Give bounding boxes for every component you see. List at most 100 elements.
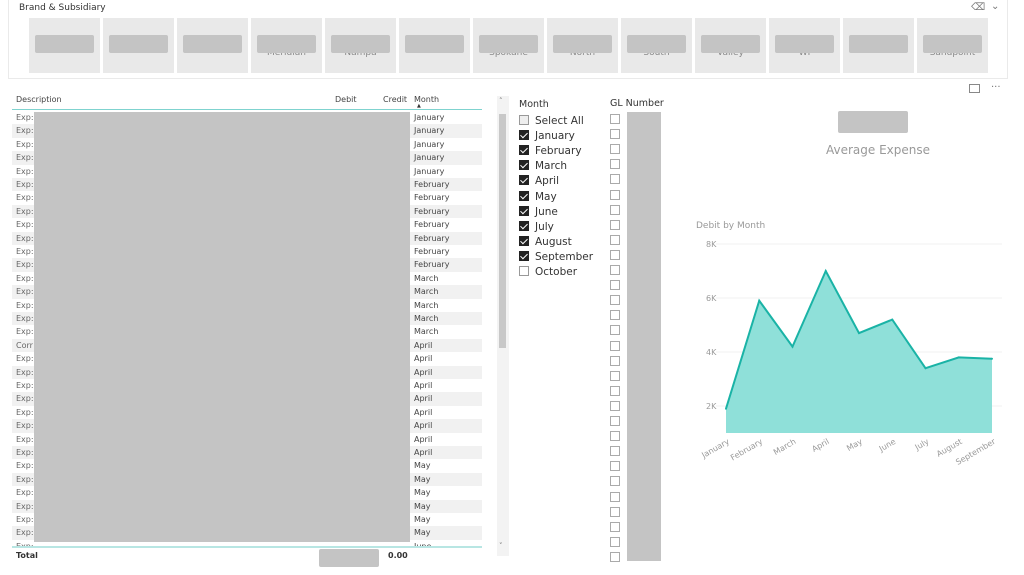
scroll-down-icon[interactable]: ˅ (499, 542, 503, 550)
gl-checkbox[interactable] (610, 280, 620, 291)
month-option[interactable]: April (519, 175, 559, 187)
slicer-tile[interactable]: Valley (695, 18, 766, 73)
month-option-label: January (535, 130, 575, 143)
y-tick-label: 6K (706, 294, 717, 303)
row-month: May (414, 461, 431, 471)
checkbox-icon[interactable] (519, 235, 529, 246)
gl-checkbox[interactable] (610, 506, 620, 517)
redacted-label (701, 35, 760, 53)
slicer-tile[interactable]: South (621, 18, 692, 73)
month-option-label: Select All (535, 115, 584, 127)
month-slicer-title: Month (519, 99, 549, 110)
gl-checkbox[interactable] (610, 189, 620, 200)
month-option[interactable]: September (519, 250, 593, 263)
row-month: January (414, 139, 445, 149)
row-month: March (414, 287, 439, 297)
month-option[interactable]: February (519, 145, 582, 157)
gl-checkbox[interactable] (610, 370, 620, 381)
chevron-down-icon[interactable]: ⌄ (991, 1, 999, 12)
row-description: Exp: (16, 354, 34, 364)
month-option[interactable]: October (519, 266, 577, 278)
gl-checkbox[interactable] (610, 355, 620, 366)
row-month: February (414, 233, 450, 243)
slicer-tile[interactable] (29, 18, 100, 73)
gl-checkbox[interactable] (610, 174, 620, 185)
gl-checkbox[interactable] (610, 476, 620, 487)
row-month: February (414, 180, 450, 189)
month-option[interactable]: May (519, 190, 557, 203)
slicer-tile[interactable] (103, 18, 174, 73)
row-description: Exp: (16, 260, 34, 270)
scroll-up-icon[interactable]: ˄ (499, 97, 503, 105)
month-option[interactable]: June (519, 205, 558, 218)
gl-checkbox[interactable] (610, 204, 620, 215)
gl-checkbox[interactable] (610, 400, 620, 411)
checkbox-icon[interactable] (519, 160, 529, 171)
row-month: May (414, 515, 431, 524)
x-tick-label: April (810, 437, 830, 454)
slicer-tile[interactable]: Meridian (251, 18, 322, 73)
slicer-tile[interactable]: Sandpoint (917, 18, 988, 73)
row-month: May (414, 488, 431, 498)
gl-checkbox[interactable] (610, 265, 620, 275)
month-option[interactable]: Select All (519, 115, 584, 127)
checkbox-icon[interactable] (519, 250, 529, 261)
slicer-tile[interactable]: Spokane (473, 18, 544, 73)
month-option[interactable]: August (519, 235, 572, 248)
gl-checkbox[interactable] (610, 491, 620, 502)
gl-checkbox[interactable] (610, 219, 620, 230)
gl-checkbox[interactable] (610, 536, 620, 547)
checkbox-icon[interactable] (519, 115, 529, 125)
gl-checkbox[interactable] (610, 461, 620, 472)
row-description: Corr (16, 340, 33, 350)
col-credit[interactable]: Credit (383, 95, 407, 104)
slicer-tile[interactable]: North (547, 18, 618, 73)
gl-checkbox[interactable] (610, 340, 620, 351)
gl-checkbox[interactable] (610, 521, 620, 532)
gl-checkbox[interactable] (610, 310, 620, 321)
checkbox-icon[interactable] (519, 175, 529, 186)
gl-checkbox[interactable] (610, 159, 620, 170)
slicer-tile[interactable] (843, 18, 914, 73)
x-tick-label: June (877, 437, 898, 454)
gl-checkbox[interactable] (610, 551, 620, 562)
focus-mode-icon[interactable] (969, 84, 980, 93)
checkbox-icon[interactable] (519, 130, 529, 141)
gl-checkbox[interactable] (610, 325, 620, 336)
checkbox-icon[interactable] (519, 190, 529, 201)
row-description: Exp: (16, 488, 34, 498)
col-description[interactable]: Description (16, 95, 62, 104)
y-tick-label: 2K (706, 402, 717, 411)
slicer-tile[interactable]: WI (769, 18, 840, 73)
eraser-icon[interactable]: ⌫ (971, 2, 985, 13)
data-point (858, 332, 860, 335)
slicer-tile[interactable] (399, 18, 470, 73)
checkbox-icon[interactable] (519, 145, 529, 156)
gl-checkbox[interactable] (610, 129, 620, 140)
row-description: Exp: (16, 247, 34, 256)
gl-checkbox[interactable] (610, 416, 620, 426)
month-option[interactable]: January (519, 130, 575, 142)
y-tick-label: 8K (706, 240, 717, 249)
gl-checkbox[interactable] (610, 295, 620, 306)
month-option[interactable]: March (519, 160, 567, 172)
gl-checkbox[interactable] (610, 144, 620, 155)
month-option[interactable]: July (519, 220, 554, 233)
more-options-icon[interactable]: ··· (991, 82, 1001, 93)
slicer-tile[interactable]: Nampa (325, 18, 396, 73)
checkbox-icon[interactable] (519, 220, 529, 231)
col-debit[interactable]: Debit (335, 95, 357, 104)
row-month: April (414, 448, 433, 457)
gl-checkbox[interactable] (610, 114, 620, 124)
scrollbar-thumb[interactable] (499, 114, 506, 348)
gl-checkbox[interactable] (610, 234, 620, 245)
checkbox-icon[interactable] (519, 205, 529, 216)
slicer-tile[interactable] (177, 18, 248, 73)
gl-checkbox[interactable] (610, 446, 620, 457)
redacted-total (319, 549, 379, 567)
gl-checkbox[interactable] (610, 431, 620, 442)
checkbox-icon[interactable] (519, 266, 529, 276)
row-month: May (414, 474, 431, 484)
gl-checkbox[interactable] (610, 249, 620, 260)
gl-checkbox[interactable] (610, 385, 620, 396)
